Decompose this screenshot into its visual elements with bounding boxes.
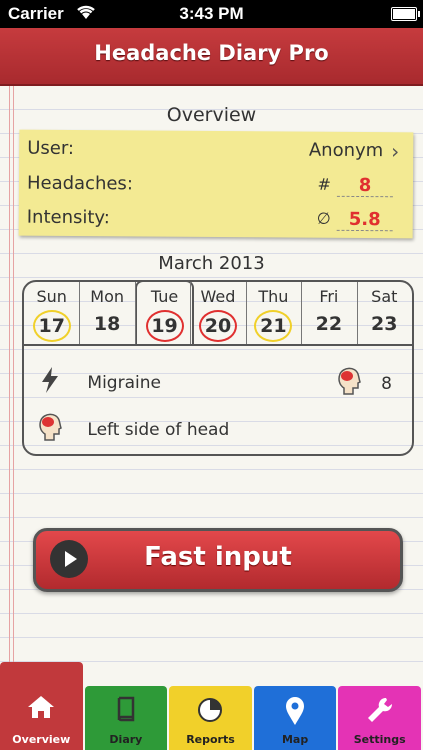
clock: 3:43 PM <box>179 4 244 23</box>
day-sun[interactable]: Sun 17 <box>24 282 79 344</box>
hash-icon: # <box>317 174 332 194</box>
tab-bar: Overview Diary Reports Map Settings <box>0 662 423 750</box>
day-sat[interactable]: Sat 23 <box>357 282 412 344</box>
day-fri[interactable]: Fri 22 <box>301 282 356 344</box>
overview-sticky-note: User: Anonym › Headaches: # 8 Intensity:… <box>18 129 414 239</box>
day-mon[interactable]: Mon 18 <box>79 282 134 344</box>
tab-overview[interactable]: Overview <box>0 662 83 750</box>
user-label: User: <box>27 137 75 160</box>
day-date: 18 <box>93 313 121 335</box>
tab-label: Overview <box>12 733 71 746</box>
lightning-icon <box>36 366 64 399</box>
day-divider <box>301 282 303 344</box>
tab-label: Diary <box>109 733 143 746</box>
week-days: Sun 17 Mon 18 Tue 19 Wed 20 Thu 21 Fri 22 Sat 23 <box>24 280 412 346</box>
day-name: Sun <box>36 287 67 306</box>
headaches-label: Headaches: <box>26 172 133 195</box>
day-divider <box>79 282 81 344</box>
tab-diary[interactable]: Diary <box>84 686 168 750</box>
event-location-label: Left side of head <box>87 419 230 440</box>
home-icon <box>0 694 83 726</box>
event-count-group: 8 <box>336 366 392 401</box>
event-type-row[interactable]: Migraine <box>36 366 161 399</box>
fast-input-label: Fast input <box>144 542 292 572</box>
user-row[interactable]: User: Anonym › <box>27 138 399 164</box>
margin-line <box>13 86 14 662</box>
tab-label: Map <box>281 733 309 746</box>
calendar-month: March 2013 <box>158 253 265 274</box>
map-pin-icon <box>254 696 337 732</box>
day-divider <box>190 282 192 344</box>
day-name: Sat <box>371 287 398 306</box>
day-tue[interactable]: Tue 19 <box>134 280 195 346</box>
fast-input-button[interactable]: Fast input <box>33 528 403 592</box>
intensity-label: Intensity: <box>26 206 110 229</box>
headaches-row: Headaches: # 8 <box>27 173 399 198</box>
day-date: 22 <box>315 313 343 335</box>
day-divider <box>134 282 136 344</box>
event-type-label: Migraine <box>87 372 161 393</box>
intensity-row: Intensity: ∅ 5.8 <box>27 207 399 232</box>
average-icon: ∅ <box>316 208 331 228</box>
pie-chart-icon <box>169 696 252 730</box>
overview-heading: Overview <box>166 104 257 126</box>
tab-reports[interactable]: Reports <box>169 686 252 750</box>
day-name: Tue <box>150 287 179 306</box>
tab-label: Settings <box>353 733 406 746</box>
event-count: 8 <box>381 373 392 394</box>
margin-line <box>9 86 10 662</box>
user-value[interactable]: Anonym <box>309 140 383 162</box>
tab-settings[interactable]: Settings <box>338 686 421 750</box>
chevron-right-icon[interactable]: › <box>391 139 399 163</box>
head-icon <box>336 366 362 401</box>
headaches-count: 8 <box>336 174 394 198</box>
status-bar: Carrier 3:43 PM <box>0 0 423 28</box>
tab-label: Reports <box>186 733 235 746</box>
event-location-row[interactable]: Left side of head <box>36 412 229 447</box>
week-calendar: Sun 17 Mon 18 Tue 19 Wed 20 Thu 21 Fri 22 Sat 23 Migr… <box>22 280 414 456</box>
head-icon <box>36 412 64 447</box>
day-thu[interactable]: Thu 21 <box>246 282 301 344</box>
wrench-icon <box>338 696 421 730</box>
day-divider <box>245 282 247 344</box>
app-title: Headache Diary Pro <box>94 41 329 65</box>
battery-icon <box>391 7 420 21</box>
day-wed[interactable]: Wed 20 <box>190 282 245 344</box>
intensity-average: 5.8 <box>336 208 393 232</box>
divider <box>24 344 412 346</box>
day-name: Fri <box>319 287 339 306</box>
day-name: Wed <box>200 287 236 306</box>
day-date: 23 <box>371 313 398 335</box>
day-date: 20 <box>198 310 237 342</box>
day-name: Mon <box>90 287 124 306</box>
day-date: 19 <box>145 310 184 342</box>
day-date: 21 <box>254 310 293 342</box>
book-icon <box>85 696 168 730</box>
day-date: 17 <box>32 310 71 342</box>
day-divider <box>356 282 358 344</box>
nav-header: Headache Diary Pro <box>0 28 423 86</box>
tab-map[interactable]: Map <box>253 686 337 750</box>
day-name: Thu <box>258 287 289 306</box>
